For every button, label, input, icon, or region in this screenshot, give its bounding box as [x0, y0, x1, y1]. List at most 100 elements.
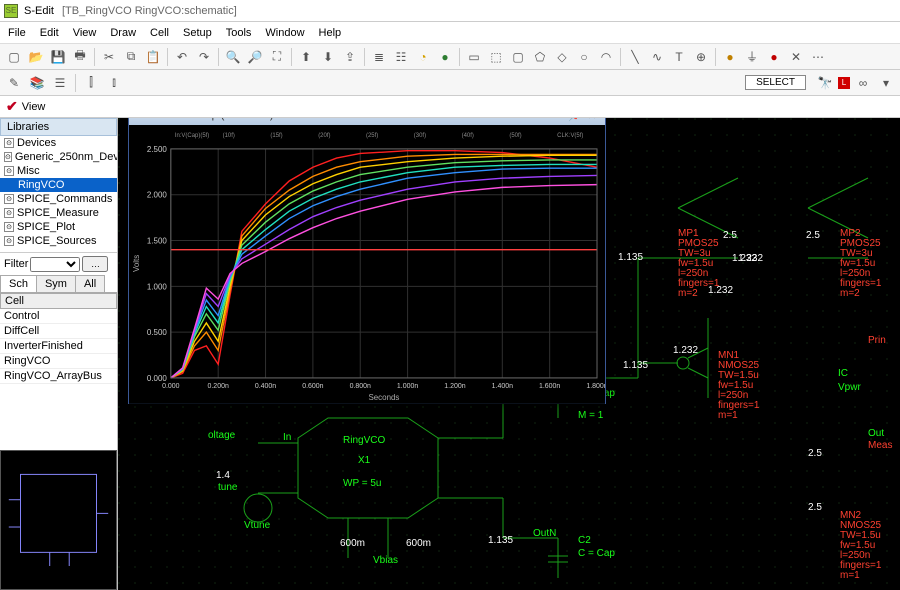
cell-item[interactable]: RingVCO_ArrayBus: [0, 369, 117, 384]
dropdown-icon[interactable]: ▾: [876, 73, 896, 93]
svg-text:1.232: 1.232: [738, 253, 763, 264]
cell-item[interactable]: DiffCell: [0, 324, 117, 339]
circle-icon[interactable]: ○: [574, 47, 594, 67]
down-icon[interactable]: ⬇: [318, 47, 338, 67]
svg-text:2.5: 2.5: [723, 230, 737, 241]
rect-icon[interactable]: ▢: [508, 47, 528, 67]
align2-icon[interactable]: ⫾: [104, 73, 124, 93]
arc-icon[interactable]: ◠: [596, 47, 616, 67]
svg-text:1.600n: 1.600n: [539, 383, 560, 390]
zoom-in-icon[interactable]: 🔍: [223, 47, 243, 67]
net-icon[interactable]: ∿: [647, 47, 667, 67]
svg-text:CLK:V(5f): CLK:V(5f): [557, 133, 583, 139]
lib-item-misc[interactable]: ⊙Misc: [0, 164, 117, 178]
svg-text:In:V(Cap)(5f): In:V(Cap)(5f): [175, 133, 210, 139]
select-icon[interactable]: ▭: [464, 47, 484, 67]
layers-icon[interactable]: ≣: [369, 47, 389, 67]
svg-text:IC: IC: [838, 368, 848, 379]
lib-item-spice-measure[interactable]: ⊙SPICE_Measure: [0, 206, 117, 220]
scope-icon[interactable]: 🔭: [815, 73, 835, 93]
layer-indicator-icon[interactable]: L: [838, 77, 850, 89]
stack2-icon[interactable]: ☰: [50, 73, 70, 93]
palette-icon[interactable]: ◔: [413, 47, 433, 67]
plot-close-icon[interactable]: ✕: [585, 118, 599, 122]
schematic-canvas[interactable]: MP1 PMOS25 TW=3u fw=1.5u l=250n fingers=…: [118, 118, 900, 590]
lib-label: SPICE_Measure: [17, 207, 99, 219]
plot-window[interactable]: Transient vs Cap (Transient) 📌 ✕ 0.0000.…: [128, 118, 606, 404]
cell-item[interactable]: InverterFinished: [0, 339, 117, 354]
lib-item-spice-commands[interactable]: ⊙SPICE_Commands: [0, 192, 117, 206]
paste-icon[interactable]: 📋: [143, 47, 163, 67]
menu-setup[interactable]: Setup: [183, 27, 212, 39]
label-icon[interactable]: T: [669, 47, 689, 67]
gnd-icon[interactable]: ⏚: [742, 47, 762, 67]
vdd-icon[interactable]: ●: [764, 47, 784, 67]
menu-help[interactable]: Help: [319, 27, 342, 39]
svg-text:0.500: 0.500: [147, 328, 167, 337]
svg-text:1.135: 1.135: [488, 535, 513, 546]
lib-item-generic[interactable]: ⊙Generic_250nm_Devic: [0, 150, 117, 164]
sidebar: Libraries ⊙Devices ⊙Generic_250nm_Devic …: [0, 118, 118, 590]
plot-canvas: 0.0000.5001.0001.5002.0002.5000.0000.200…: [129, 125, 605, 404]
lib-icon: ⊙: [4, 236, 14, 246]
print-icon[interactable]: 🖶: [70, 47, 90, 67]
tab-all[interactable]: All: [75, 275, 105, 292]
svg-text:Prin: Prin: [868, 335, 886, 346]
open-icon[interactable]: 📂: [26, 47, 46, 67]
svg-text:(20f): (20f): [318, 133, 330, 139]
pin-icon[interactable]: ⊕: [691, 47, 711, 67]
link-icon[interactable]: ∞: [853, 73, 873, 93]
svg-text:WP = 5u: WP = 5u: [343, 478, 381, 489]
filter-label: Filter: [4, 258, 28, 270]
copy-icon[interactable]: ⧉: [121, 47, 141, 67]
filter-select[interactable]: [30, 257, 80, 272]
filter-clear-button[interactable]: …: [82, 256, 108, 272]
align-icon[interactable]: ⫿: [81, 73, 101, 93]
path-icon[interactable]: ◇: [552, 47, 572, 67]
lib-label: SPICE_Commands: [17, 193, 112, 205]
plot-titlebar[interactable]: Transient vs Cap (Transient) 📌 ✕: [129, 118, 605, 125]
svg-text:C2: C2: [578, 535, 591, 546]
cell-item[interactable]: RingVCO: [0, 354, 117, 369]
redo-icon[interactable]: ↷: [194, 47, 214, 67]
svg-text:(40f): (40f): [462, 133, 474, 139]
tab-sym[interactable]: Sym: [36, 275, 76, 292]
probe-icon[interactable]: ●: [720, 47, 740, 67]
drc-icon[interactable]: ●: [435, 47, 455, 67]
pointer-icon[interactable]: ⬚: [486, 47, 506, 67]
plot-pin-icon[interactable]: 📌: [568, 118, 582, 122]
lib-item-devices[interactable]: ⊙Devices: [0, 136, 117, 150]
export-icon[interactable]: ⇪: [340, 47, 360, 67]
more-icon[interactable]: ⋯: [808, 47, 828, 67]
menu-cell[interactable]: Cell: [150, 27, 169, 39]
svg-text:600m: 600m: [406, 538, 431, 549]
menu-window[interactable]: Window: [265, 27, 304, 39]
polygon-icon[interactable]: ⬠: [530, 47, 550, 67]
wire-icon[interactable]: ╲: [625, 47, 645, 67]
script-icon[interactable]: ✎: [4, 73, 24, 93]
undo-icon[interactable]: ↶: [172, 47, 192, 67]
lib-item-ringvco[interactable]: RingVCO: [0, 178, 117, 192]
up-icon[interactable]: ⬆: [296, 47, 316, 67]
cross-icon[interactable]: ✕: [786, 47, 806, 67]
save-icon[interactable]: 💾: [48, 47, 68, 67]
menu-file[interactable]: File: [8, 27, 26, 39]
stack-icon[interactable]: ☷: [391, 47, 411, 67]
svg-text:600m: 600m: [340, 538, 365, 549]
svg-text:1.000: 1.000: [147, 282, 167, 291]
lib-label: Devices: [17, 137, 56, 149]
cut-icon[interactable]: ✂: [99, 47, 119, 67]
menu-tools[interactable]: Tools: [226, 27, 252, 39]
menu-edit[interactable]: Edit: [40, 27, 59, 39]
new-icon[interactable]: ▢: [4, 47, 24, 67]
zoom-fit-icon[interactable]: ⛶: [267, 47, 287, 67]
menu-view[interactable]: View: [73, 27, 97, 39]
zoom-out-icon[interactable]: 🔎: [245, 47, 265, 67]
cell-item[interactable]: Control: [0, 309, 117, 324]
cell-header: Cell: [0, 293, 117, 309]
menu-draw[interactable]: Draw: [110, 27, 136, 39]
lib-item-spice-sources[interactable]: ⊙SPICE_Sources: [0, 234, 117, 248]
lib-item-spice-plot[interactable]: ⊙SPICE_Plot: [0, 220, 117, 234]
books-icon[interactable]: 📚: [27, 73, 47, 93]
tab-sch[interactable]: Sch: [0, 275, 37, 292]
